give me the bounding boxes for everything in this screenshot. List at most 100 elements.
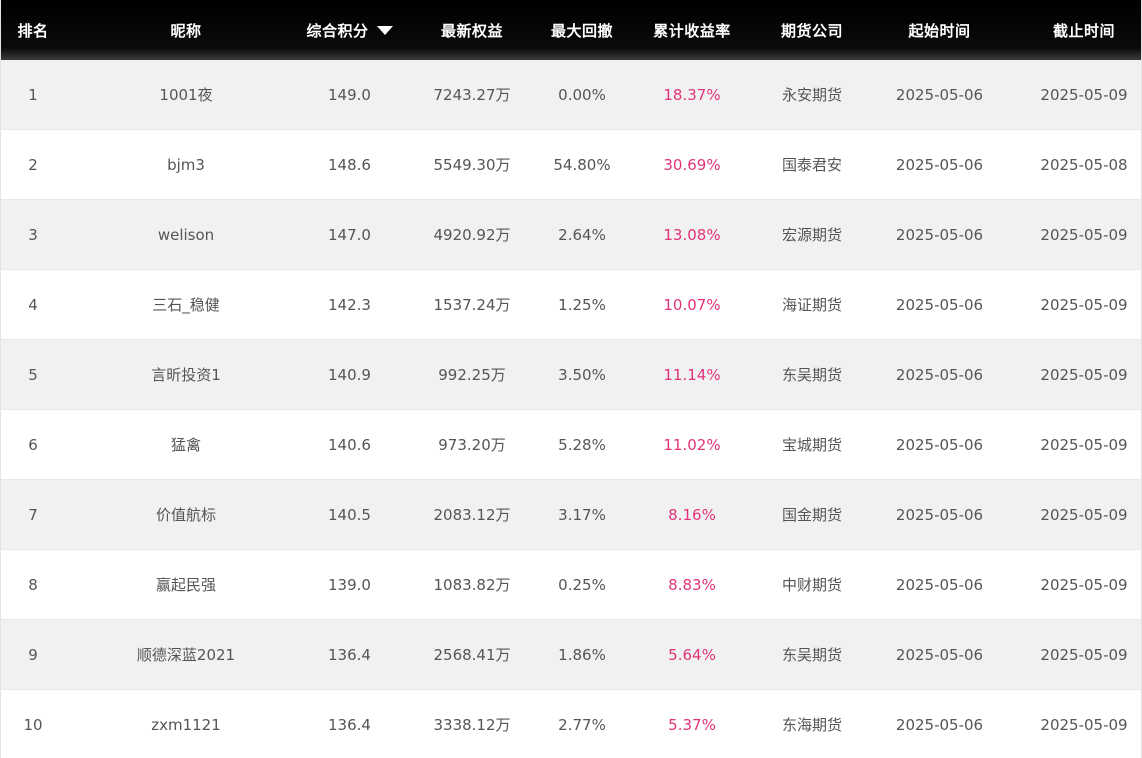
- table-row[interactable]: 2 bjm3 148.6 5549.30万 54.80% 30.69% 国泰君安…: [1, 130, 1141, 200]
- rank-cell: 10: [23, 715, 43, 734]
- column-header-score-label: 综合积分: [306, 21, 369, 40]
- end-date-cell: 2025-05-09: [1040, 225, 1128, 244]
- equity-cell: 3338.12万: [433, 716, 511, 734]
- start-date-cell: 2025-05-06: [895, 85, 984, 104]
- equity-cell: 992.25万: [438, 366, 506, 384]
- start-date-cell: 2025-05-06: [895, 505, 984, 524]
- start-date-cell: 2025-05-06: [895, 155, 984, 174]
- column-header-cum-return[interactable]: 累计收益率: [612, 0, 772, 60]
- rank-cell: 2: [28, 155, 38, 174]
- end-date-cell: 2025-05-09: [1040, 715, 1128, 734]
- broker-cell: 永安期货: [781, 86, 842, 104]
- cum-return-cell: 10.07%: [663, 295, 721, 314]
- start-date-cell: 2025-05-06: [895, 295, 984, 314]
- nickname-cell[interactable]: zxm1121: [65, 690, 307, 758]
- start-date-cell: 2025-05-06: [895, 225, 984, 244]
- table-row[interactable]: 3 welison 147.0 4920.92万 2.64% 13.08% 宏源…: [1, 200, 1141, 270]
- end-date-cell: 2025-05-08: [1040, 155, 1128, 174]
- end-date-cell: 2025-05-09: [1040, 645, 1128, 664]
- score-cell: 136.4: [328, 715, 371, 734]
- equity-cell: 5549.30万: [433, 156, 511, 174]
- column-header-end-date[interactable]: 截止时间: [1027, 0, 1141, 60]
- nickname-cell[interactable]: 猛禽: [65, 410, 307, 479]
- column-header-score[interactable]: 综合积分: [306, 0, 393, 60]
- cum-return-cell: 30.69%: [663, 155, 721, 174]
- broker-cell: 海证期货: [781, 296, 842, 314]
- equity-cell: 1083.82万: [433, 576, 511, 594]
- nickname-cell[interactable]: 价值航标: [65, 480, 307, 549]
- rank-cell: 6: [28, 435, 38, 454]
- end-date-cell: 2025-05-09: [1040, 365, 1128, 384]
- cum-return-cell: 8.83%: [668, 575, 716, 594]
- broker-cell: 东海期货: [781, 716, 842, 734]
- table-row[interactable]: 8 赢起民强 139.0 1083.82万 0.25% 8.83% 中财期货 2…: [1, 550, 1141, 620]
- max-drawdown-cell: 3.17%: [558, 505, 606, 524]
- broker-cell: 国金期货: [781, 506, 842, 524]
- table-row[interactable]: 6 猛禽 140.6 973.20万 5.28% 11.02% 宝城期货 202…: [1, 410, 1141, 480]
- equity-cell: 7243.27万: [433, 86, 511, 104]
- score-cell: 136.4: [328, 645, 371, 664]
- broker-cell: 东吴期货: [781, 366, 842, 384]
- score-cell: 149.0: [328, 85, 371, 104]
- max-drawdown-cell: 3.50%: [558, 365, 606, 384]
- broker-cell: 东吴期货: [781, 646, 842, 664]
- table-row[interactable]: 7 价值航标 140.5 2083.12万 3.17% 8.16% 国金期货 2…: [1, 480, 1141, 550]
- rank-cell: 9: [28, 645, 38, 664]
- table-header: 排名 昵称 综合积分 最新权益 最大回撤 累计收益率 期货公司 起始时间 截止时…: [1, 0, 1141, 60]
- broker-cell: 中财期货: [781, 576, 842, 594]
- score-cell: 147.0: [328, 225, 371, 244]
- cum-return-cell: 5.37%: [668, 715, 716, 734]
- max-drawdown-cell: 5.28%: [558, 435, 606, 454]
- column-header-max-drawdown[interactable]: 最大回撤: [551, 0, 613, 60]
- max-drawdown-cell: 54.80%: [553, 155, 611, 174]
- column-header-broker[interactable]: 期货公司: [772, 0, 852, 60]
- table-row[interactable]: 9 顺德深蓝2021 136.4 2568.41万 1.86% 5.64% 东吴…: [1, 620, 1141, 690]
- nickname-cell[interactable]: 顺德深蓝2021: [65, 620, 307, 689]
- nickname-cell[interactable]: 1001夜: [65, 60, 307, 129]
- ranking-table: 排名 昵称 综合积分 最新权益 最大回撤 累计收益率 期货公司 起始时间 截止时…: [0, 0, 1142, 758]
- column-header-start-date[interactable]: 起始时间: [852, 0, 1027, 60]
- cum-return-cell: 13.08%: [663, 225, 721, 244]
- column-header-equity[interactable]: 最新权益: [392, 0, 552, 60]
- score-cell: 148.6: [328, 155, 371, 174]
- broker-cell: 宝城期货: [781, 436, 842, 454]
- table-body: 1 1001夜 149.0 7243.27万 0.00% 18.37% 永安期货…: [1, 60, 1141, 758]
- broker-cell: 国泰君安: [781, 156, 842, 174]
- equity-cell: 1537.24万: [433, 296, 511, 314]
- start-date-cell: 2025-05-06: [895, 365, 984, 384]
- table-row[interactable]: 10 zxm1121 136.4 3338.12万 2.77% 5.37% 东海…: [1, 690, 1141, 758]
- nickname-cell[interactable]: welison: [65, 200, 307, 269]
- rank-cell: 4: [28, 295, 38, 314]
- cum-return-cell: 11.14%: [663, 365, 721, 384]
- equity-cell: 973.20万: [438, 436, 506, 454]
- equity-cell: 2568.41万: [433, 646, 511, 664]
- cum-return-cell: 11.02%: [663, 435, 721, 454]
- score-cell: 140.6: [328, 435, 371, 454]
- equity-cell: 2083.12万: [433, 506, 511, 524]
- start-date-cell: 2025-05-06: [895, 645, 984, 664]
- nickname-cell[interactable]: 言昕投资1: [65, 340, 307, 409]
- column-header-rank[interactable]: 排名: [1, 0, 65, 60]
- score-cell: 142.3: [328, 295, 371, 314]
- rank-cell: 1: [28, 85, 38, 104]
- end-date-cell: 2025-05-09: [1040, 575, 1128, 594]
- table-row[interactable]: 5 言昕投资1 140.9 992.25万 3.50% 11.14% 东吴期货 …: [1, 340, 1141, 410]
- end-date-cell: 2025-05-09: [1040, 505, 1128, 524]
- max-drawdown-cell: 2.64%: [558, 225, 606, 244]
- column-header-nickname[interactable]: 昵称: [65, 0, 307, 60]
- rank-cell: 3: [28, 225, 38, 244]
- start-date-cell: 2025-05-06: [895, 715, 984, 734]
- caret-down-icon[interactable]: [376, 25, 393, 35]
- max-drawdown-cell: 0.00%: [558, 85, 606, 104]
- start-date-cell: 2025-05-06: [895, 435, 984, 454]
- score-cell: 140.9: [328, 365, 371, 384]
- table-row[interactable]: 1 1001夜 149.0 7243.27万 0.00% 18.37% 永安期货…: [1, 60, 1141, 130]
- nickname-cell[interactable]: 赢起民强: [65, 550, 307, 619]
- cum-return-cell: 18.37%: [663, 85, 721, 104]
- max-drawdown-cell: 2.77%: [558, 715, 606, 734]
- nickname-cell[interactable]: 三石_稳健: [65, 270, 307, 339]
- end-date-cell: 2025-05-09: [1040, 85, 1128, 104]
- table-row[interactable]: 4 三石_稳健 142.3 1537.24万 1.25% 10.07% 海证期货…: [1, 270, 1141, 340]
- start-date-cell: 2025-05-06: [895, 575, 984, 594]
- nickname-cell[interactable]: bjm3: [65, 130, 307, 199]
